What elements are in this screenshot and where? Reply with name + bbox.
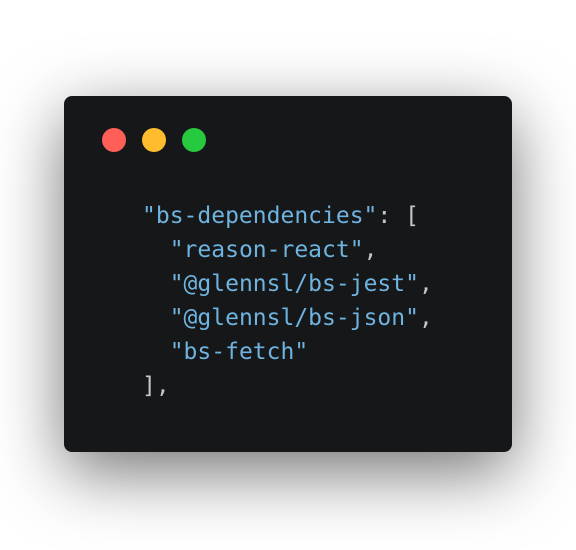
- code-line: ],: [142, 369, 433, 403]
- code-line: "@glennsl/bs-jest",: [142, 267, 433, 301]
- json-string: "bs-fetch": [169, 339, 309, 365]
- code-punctuation: ,: [418, 305, 433, 331]
- code-line: "reason-react",: [142, 233, 433, 267]
- json-string: "reason-react": [169, 237, 364, 263]
- maximize-window-icon[interactable]: [182, 128, 206, 152]
- close-window-icon[interactable]: [102, 128, 126, 152]
- json-string: "@glennsl/bs-json": [169, 305, 419, 331]
- minimize-window-icon[interactable]: [142, 128, 166, 152]
- code-line: "bs-fetch": [142, 335, 433, 369]
- json-key: "bs-dependencies": [142, 203, 378, 229]
- code-block: "bs-dependencies": [ "reason-react", "@g…: [142, 199, 433, 403]
- code-line: "bs-dependencies": [: [142, 199, 433, 233]
- code-punctuation: ,: [418, 271, 433, 297]
- code-punctuation: : [: [377, 203, 419, 229]
- code-punctuation: ,: [363, 237, 378, 263]
- code-line: "@glennsl/bs-json",: [142, 301, 433, 335]
- code-window: "bs-dependencies": [ "reason-react", "@g…: [64, 96, 512, 452]
- json-string: "@glennsl/bs-jest": [169, 271, 419, 297]
- code-punctuation: ],: [142, 373, 170, 399]
